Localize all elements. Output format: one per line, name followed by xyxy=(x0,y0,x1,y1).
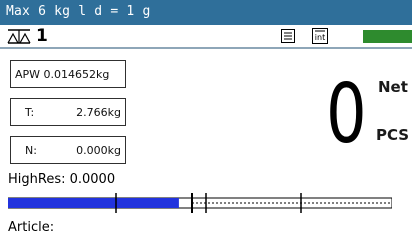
bar-graph-fill xyxy=(8,198,179,208)
main-count-display: 0 xyxy=(326,67,367,162)
net-weight-value: 0.000kg xyxy=(76,144,121,157)
capacity-text: Max 6 kg l d = 1 g xyxy=(6,4,151,19)
balance-scale-icon xyxy=(7,29,31,44)
tare-field[interactable]: T: 2.766kg xyxy=(10,98,126,126)
highres-readout: HighRes: 0.0000 xyxy=(8,172,116,187)
tare-value: 2.766kg xyxy=(76,106,121,119)
stability-indicator xyxy=(363,30,412,43)
tare-label: T: xyxy=(25,106,35,119)
document-list-icon[interactable] xyxy=(281,29,295,43)
svg-text:int: int xyxy=(315,33,325,42)
net-field[interactable]: N: 0.000kg xyxy=(10,136,126,164)
scale-number: 1 xyxy=(36,26,48,46)
int-resolution-icon[interactable]: int xyxy=(312,28,328,44)
header-bar: Max 6 kg l d = 1 g xyxy=(0,0,412,25)
apw-text: APW 0.014652kg xyxy=(15,68,110,81)
scale-status-bar: 1 int xyxy=(0,25,412,49)
article-label: Article: xyxy=(8,220,55,235)
bar-graph xyxy=(8,193,392,213)
net-weight-label: N: xyxy=(25,144,37,157)
net-indicator: Net xyxy=(378,78,408,96)
unit-label: PCS xyxy=(376,126,410,144)
apw-field[interactable]: APW 0.014652kg xyxy=(10,60,126,88)
